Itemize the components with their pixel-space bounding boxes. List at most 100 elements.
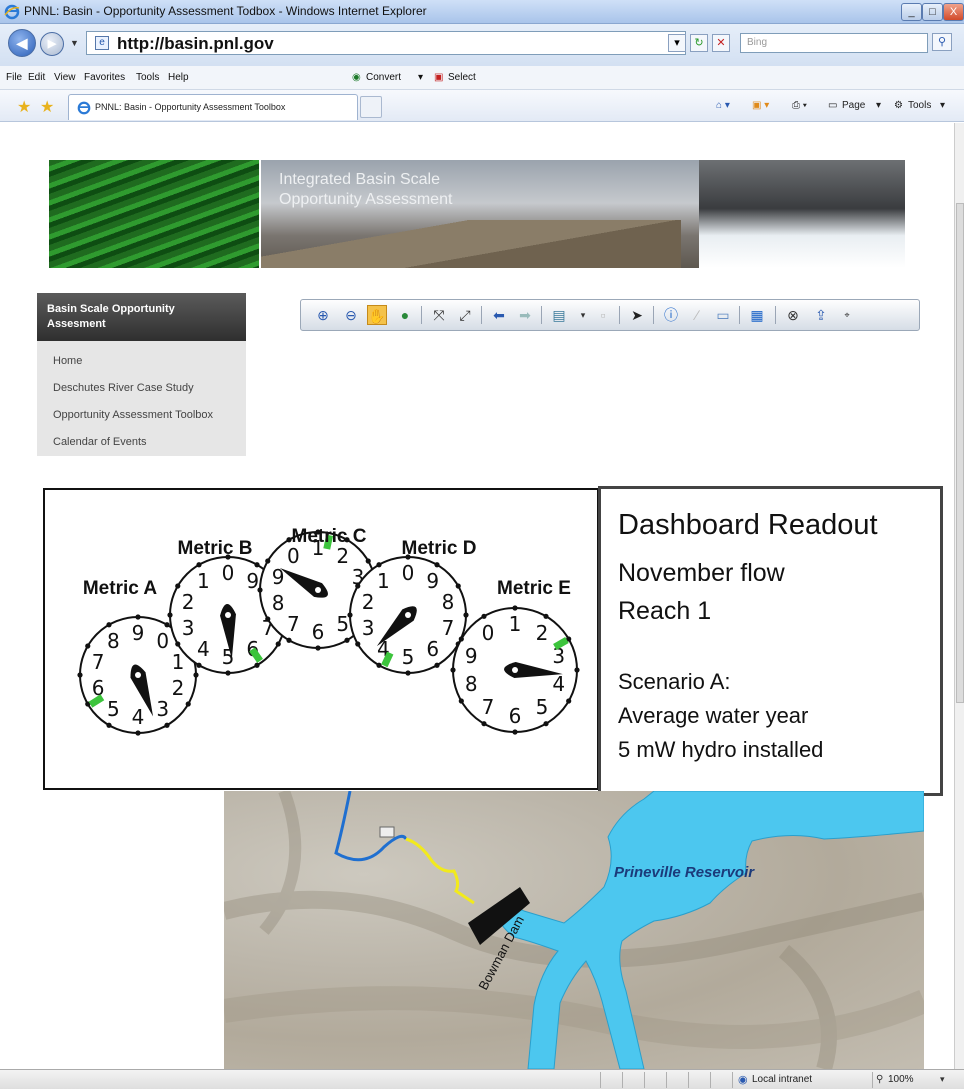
- dial-digit: 9: [426, 569, 439, 593]
- scrollbar-thumb[interactable]: [956, 203, 964, 703]
- full-extent-icon[interactable]: ⤧: [429, 305, 449, 325]
- zoom-in-icon[interactable]: ⊕: [313, 305, 333, 325]
- tab-active[interactable]: PNNL: Basin - Opportunity Assessment Too…: [68, 94, 358, 120]
- dial-digit: 8: [272, 591, 285, 615]
- dial-tick: [315, 645, 321, 651]
- security-zone: Local intranet: [752, 1074, 813, 1085]
- menu-tools[interactable]: Tools: [136, 72, 159, 83]
- dial-digit: 8: [442, 590, 455, 614]
- print-map-icon[interactable]: ▦: [747, 305, 767, 325]
- dial-tick: [434, 562, 440, 568]
- print-icon[interactable]: ⎙ ▾: [792, 100, 807, 111]
- dial-tick: [376, 662, 382, 668]
- reservoir-label: Prineville Reservoir: [614, 864, 755, 881]
- measure-icon[interactable]: ∕: [687, 305, 707, 325]
- fish-image: [49, 160, 259, 268]
- banner-title: Integrated Basin Scale Opportunity Asses…: [279, 170, 539, 210]
- tools-gear-icon: ⚙: [894, 100, 903, 111]
- dial-digit: 7: [482, 695, 495, 719]
- pointer-icon[interactable]: ➤: [627, 305, 647, 325]
- stop-icon[interactable]: ✕: [712, 34, 730, 52]
- map-view[interactable]: Prineville Reservoir Bowman Dam: [224, 791, 924, 1069]
- select-box-icon[interactable]: ▫: [593, 305, 613, 325]
- dial-tick: [286, 637, 292, 643]
- zoom-out-icon[interactable]: ⊖: [341, 305, 361, 325]
- pan-icon[interactable]: ✋: [367, 305, 387, 325]
- history-dropdown-icon[interactable]: ▼: [70, 38, 79, 48]
- forward-button[interactable]: ▶: [40, 32, 64, 56]
- page-menu-dropdown-icon[interactable]: ▾: [876, 100, 881, 111]
- dial-label: Metric E: [497, 578, 571, 599]
- banner-title-line1: Integrated Basin Scale: [279, 171, 440, 188]
- tools-menu[interactable]: Tools: [908, 100, 931, 111]
- close-button[interactable]: X: [943, 3, 964, 21]
- new-tab-button[interactable]: [360, 96, 382, 118]
- dial-digit: 3: [156, 697, 169, 721]
- dial-tick: [175, 641, 181, 647]
- search-input[interactable]: Bing: [740, 33, 928, 53]
- home-icon[interactable]: ⌂ ▾: [716, 100, 730, 111]
- menu-file[interactable]: File: [6, 72, 22, 83]
- search-icon[interactable]: ⚲: [932, 33, 952, 51]
- dial-digit: 2: [172, 676, 185, 700]
- comment-icon[interactable]: ▭: [713, 305, 733, 325]
- minimize-button[interactable]: _: [901, 3, 922, 21]
- dial-digit: 7: [442, 616, 455, 640]
- export-icon[interactable]: ⇪: [811, 305, 831, 325]
- dial-digit: 1: [172, 650, 185, 674]
- dial-label: Metric B: [178, 538, 253, 559]
- window-title: PNNL: Basin - Opportunity Assessment Tod…: [24, 4, 427, 18]
- dial-tick: [135, 730, 141, 736]
- dial-digit: 2: [536, 621, 549, 645]
- dial-label: Metric D: [402, 538, 477, 559]
- dial-digit: 6: [509, 704, 522, 728]
- sidebar-item-calendar[interactable]: Calendar of Events: [53, 436, 147, 448]
- favorites-star-icon[interactable]: ★: [17, 97, 31, 117]
- ie-logo-icon: [4, 4, 20, 20]
- dial-digit: 3: [182, 616, 195, 640]
- dial-digit: 7: [92, 650, 105, 674]
- layers-dropdown-icon[interactable]: ▾: [573, 305, 593, 325]
- menu-edit[interactable]: Edit: [28, 72, 45, 83]
- tools-menu-dropdown-icon[interactable]: ▾: [940, 100, 945, 111]
- url-dropdown-icon[interactable]: ▾: [668, 34, 686, 52]
- feeds-icon[interactable]: ▣ ▾: [752, 100, 769, 111]
- page-menu[interactable]: Page: [842, 100, 865, 111]
- dial-digit: 5: [107, 697, 120, 721]
- dial-tick: [164, 622, 170, 628]
- url-field[interactable]: e http://basin.pnl.gov: [86, 31, 686, 55]
- menu-favorites[interactable]: Favorites: [84, 72, 125, 83]
- layers-icon[interactable]: ▤: [549, 305, 569, 325]
- find-icon[interactable]: ⊗: [783, 305, 803, 325]
- fixed-zoom-icon[interactable]: ⤢: [455, 305, 475, 325]
- dial-tick: [77, 672, 83, 678]
- convert-button[interactable]: Convert: [366, 72, 401, 83]
- select-button[interactable]: Select: [448, 72, 476, 83]
- dial-tick: [365, 558, 371, 564]
- maximize-button[interactable]: □: [922, 3, 943, 21]
- side-navigation: Basin Scale Opportunity Assesment Home D…: [37, 293, 246, 456]
- dial-digit: 8: [465, 672, 478, 696]
- zoom-dropdown-icon[interactable]: ▾: [940, 1074, 945, 1085]
- intranet-icon: ◉: [738, 1074, 748, 1086]
- info-icon[interactable]: ⓘ: [661, 305, 681, 325]
- dial-digit: 4: [197, 637, 210, 661]
- back-button[interactable]: ◀: [8, 29, 36, 57]
- xy-icon[interactable]: ⌖: [837, 305, 857, 325]
- back-icon[interactable]: ⬅: [489, 305, 509, 325]
- sidebar-item-deschutes[interactable]: Deschutes River Case Study: [53, 382, 194, 394]
- sidebar-item-toolbox[interactable]: Opportunity Assessment Toolbox: [53, 409, 213, 421]
- convert-dropdown-icon[interactable]: ▾: [418, 72, 423, 83]
- refresh-icon[interactable]: ↻: [690, 34, 708, 52]
- status-bar: ◉ Local intranet ⚲ 100% ▾: [0, 1069, 964, 1089]
- globe-icon[interactable]: ●: [395, 305, 415, 325]
- readout-reach: Reach 1: [618, 597, 712, 625]
- menu-help[interactable]: Help: [168, 72, 189, 83]
- forward-icon[interactable]: ➡: [515, 305, 535, 325]
- add-favorite-icon[interactable]: ★: [40, 97, 54, 117]
- vertical-scrollbar[interactable]: [954, 123, 964, 1069]
- menu-view[interactable]: View: [54, 72, 76, 83]
- sidebar-item-home[interactable]: Home: [53, 355, 82, 367]
- zoom-level[interactable]: 100%: [888, 1074, 914, 1085]
- dial-tick: [254, 562, 260, 568]
